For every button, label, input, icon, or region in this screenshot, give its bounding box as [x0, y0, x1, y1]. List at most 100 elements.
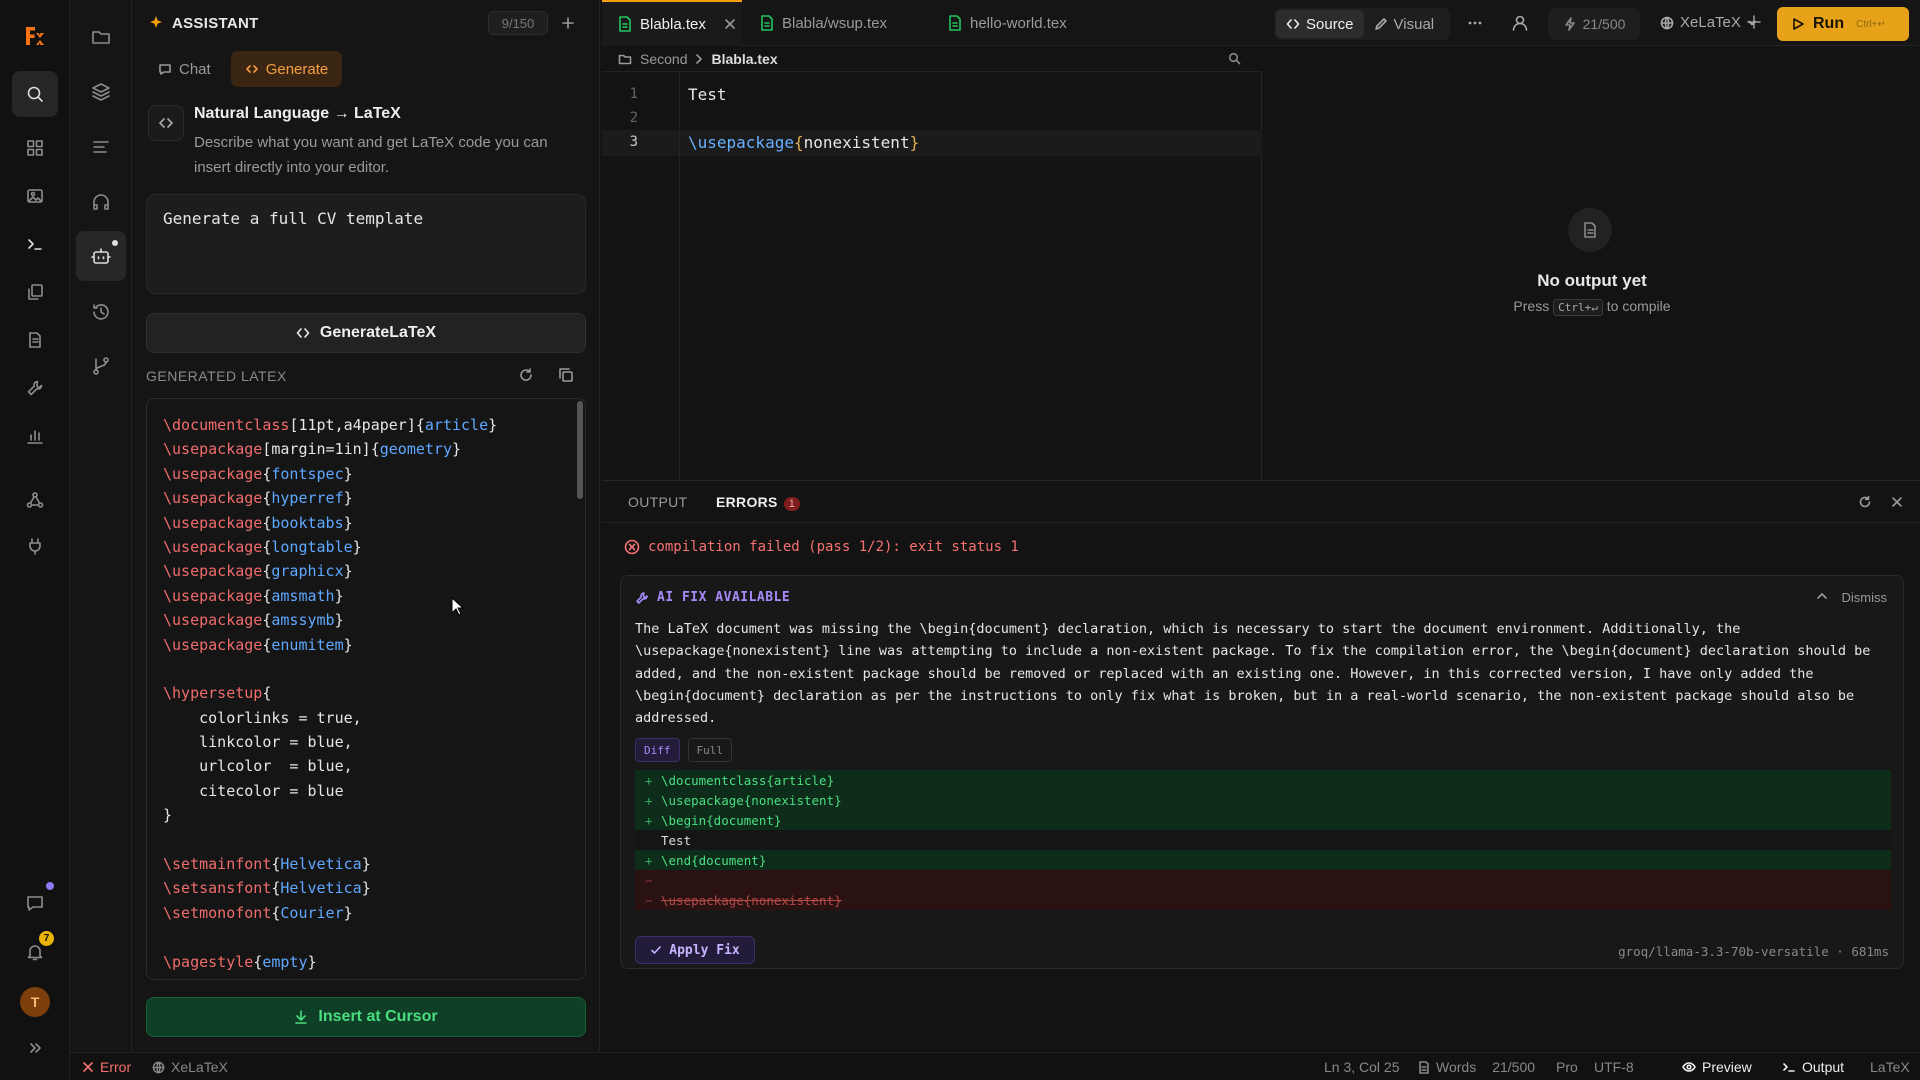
run-button[interactable]: Run Ctrl+↵ [1777, 7, 1909, 41]
visual-mode-button[interactable]: Visual [1364, 10, 1445, 38]
primary-rail: 7 T [0, 0, 70, 1080]
cursor-position[interactable]: Ln 3, Col 25 [1324, 1059, 1400, 1075]
assistant-title: ASSISTANT [172, 14, 259, 32]
code-icon [1286, 19, 1300, 29]
diff-text: Test [661, 832, 692, 848]
regenerate-button[interactable] [518, 367, 534, 383]
pointer-icon [451, 597, 465, 616]
tab-chat[interactable]: Chat [144, 51, 225, 87]
ai-fix-header: AI FIX AVAILABLE [635, 590, 790, 605]
word-count[interactable]: Words 21/500 [1418, 1059, 1535, 1075]
tab-diff[interactable]: Diff [635, 738, 680, 762]
quota-value: 21/500 [1582, 16, 1626, 32]
messages-button[interactable] [12, 880, 58, 926]
files-icon [28, 284, 43, 300]
eye-icon [1682, 1062, 1696, 1072]
apply-fix-button[interactable]: Apply Fix [635, 936, 755, 964]
outline-panel-button[interactable] [76, 122, 126, 172]
source-label: Source [1306, 15, 1354, 33]
tools-button[interactable] [12, 365, 58, 411]
history-panel-button[interactable] [76, 287, 126, 337]
tab-generate[interactable]: Generate [230, 51, 343, 87]
git-panel-button[interactable] [76, 341, 126, 391]
close-icon [1892, 497, 1902, 507]
close-icon[interactable] [724, 18, 736, 30]
assistant-panel-button[interactable] [76, 231, 126, 281]
compile-shortcut: Ctrl+↵ [1553, 299, 1603, 316]
chevron-up-icon[interactable] [1816, 590, 1828, 602]
line-number: 3 [629, 134, 638, 150]
language-mode[interactable]: LaTeX [1870, 1059, 1910, 1075]
generated-code-line: \usepackage{hyperref} [163, 489, 353, 508]
diff-sign: + [645, 792, 653, 808]
generated-code-line: colorlinks = true, [163, 708, 362, 727]
dashboard-button[interactable] [12, 125, 58, 171]
diff-line: + \usepackage{nonexistent} [635, 790, 1891, 810]
preview-hint-prefix: Press [1513, 298, 1550, 314]
preview-toggle[interactable]: Preview [1682, 1059, 1752, 1075]
tab-output[interactable]: OUTPUT [628, 494, 687, 510]
support-panel-button[interactable] [76, 177, 126, 227]
layers-panel-button[interactable] [76, 67, 126, 117]
generated-code-line: \usepackage{fontspec} [163, 464, 353, 483]
globe-icon [152, 1061, 165, 1073]
tab-hello-world[interactable]: hello-world.tex [932, 0, 1112, 46]
source-mode-button[interactable]: Source [1276, 10, 1364, 38]
generated-code-line: \setmonofont{Courier} [163, 903, 353, 922]
account-button[interactable]: T [12, 979, 58, 1025]
app-logo[interactable] [12, 13, 58, 59]
search-button[interactable] [12, 71, 58, 117]
generated-code: \documentclass[11pt,a4paper]{article} \us… [163, 413, 565, 974]
generated-code-box[interactable]: \documentclass[11pt,a4paper]{article} \us… [146, 398, 586, 980]
generate-latex-button[interactable]: GenerateLaTeX [146, 313, 586, 353]
expand-sidebar-button[interactable] [12, 1024, 58, 1072]
tab-full[interactable]: Full [687, 738, 732, 762]
download-icon [295, 1010, 308, 1024]
more-options-button[interactable] [1466, 14, 1484, 32]
run-label: Run [1813, 15, 1845, 32]
code-editor[interactable]: 1 2 3 Test \usepackage{nonexistent} [602, 72, 1262, 480]
copy-button[interactable] [12, 269, 58, 315]
analytics-button[interactable] [12, 413, 58, 459]
breadcrumb-parent[interactable]: Second [640, 51, 687, 67]
prompt-input[interactable]: Generate a full CV template [146, 194, 586, 294]
webhook-button[interactable] [12, 477, 58, 523]
generated-code-line: \usepackage{enumitem} [163, 635, 353, 654]
recompile-button[interactable] [1858, 495, 1872, 509]
dismiss-button[interactable]: Dismiss [1842, 590, 1888, 605]
status-engine[interactable]: XeLaTeX [152, 1059, 228, 1075]
plugins-button[interactable] [12, 523, 58, 569]
images-button[interactable] [12, 173, 58, 219]
terminal-button[interactable] [12, 221, 58, 267]
document-icon [1568, 208, 1612, 252]
engine-select[interactable]: XeLaTeX [1660, 14, 1757, 31]
diff-text: \begin{document} [661, 812, 782, 828]
diff-text: \documentclass{article} [661, 772, 835, 788]
tab-blabla-wsup[interactable]: Blabla/wsup.tex [744, 0, 924, 46]
notifications-button[interactable]: 7 [12, 929, 58, 975]
generated-code-line: linkcolor = blue, [163, 733, 353, 752]
generated-code-line: urlcolor = blue, [163, 757, 353, 776]
close-output-button[interactable] [1890, 495, 1904, 509]
encoding[interactable]: UTF-8 [1594, 1059, 1634, 1075]
tab-blabla[interactable]: Blabla.tex [602, 0, 742, 46]
find-in-file-button[interactable] [1228, 52, 1241, 65]
output-toggle[interactable]: Output [1782, 1059, 1844, 1075]
new-session-button[interactable] [556, 11, 580, 35]
status-bar: Error XeLaTeX Ln 3, Col 25 Words 21/500 … [70, 1052, 1920, 1080]
status-error[interactable]: Error [82, 1059, 131, 1075]
insert-at-cursor-button[interactable]: Insert at Cursor [146, 997, 586, 1037]
tab-errors[interactable]: ERRORS 1 [716, 494, 801, 511]
document-button[interactable] [12, 317, 58, 363]
collaborators-button[interactable] [1510, 13, 1530, 33]
bar-chart-icon [27, 430, 43, 444]
check-icon [651, 946, 662, 954]
files-panel-button[interactable] [76, 12, 126, 62]
copy-code-button[interactable] [558, 367, 574, 383]
diff-text: \end{document} [661, 852, 767, 868]
line-gutter: 1 2 3 [602, 72, 680, 480]
wrench-icon [27, 380, 43, 396]
headphones-icon [93, 194, 109, 210]
generated-code-line: \documentclass[11pt,a4paper]{article} [163, 416, 498, 434]
code-scrollbar[interactable] [577, 401, 583, 499]
